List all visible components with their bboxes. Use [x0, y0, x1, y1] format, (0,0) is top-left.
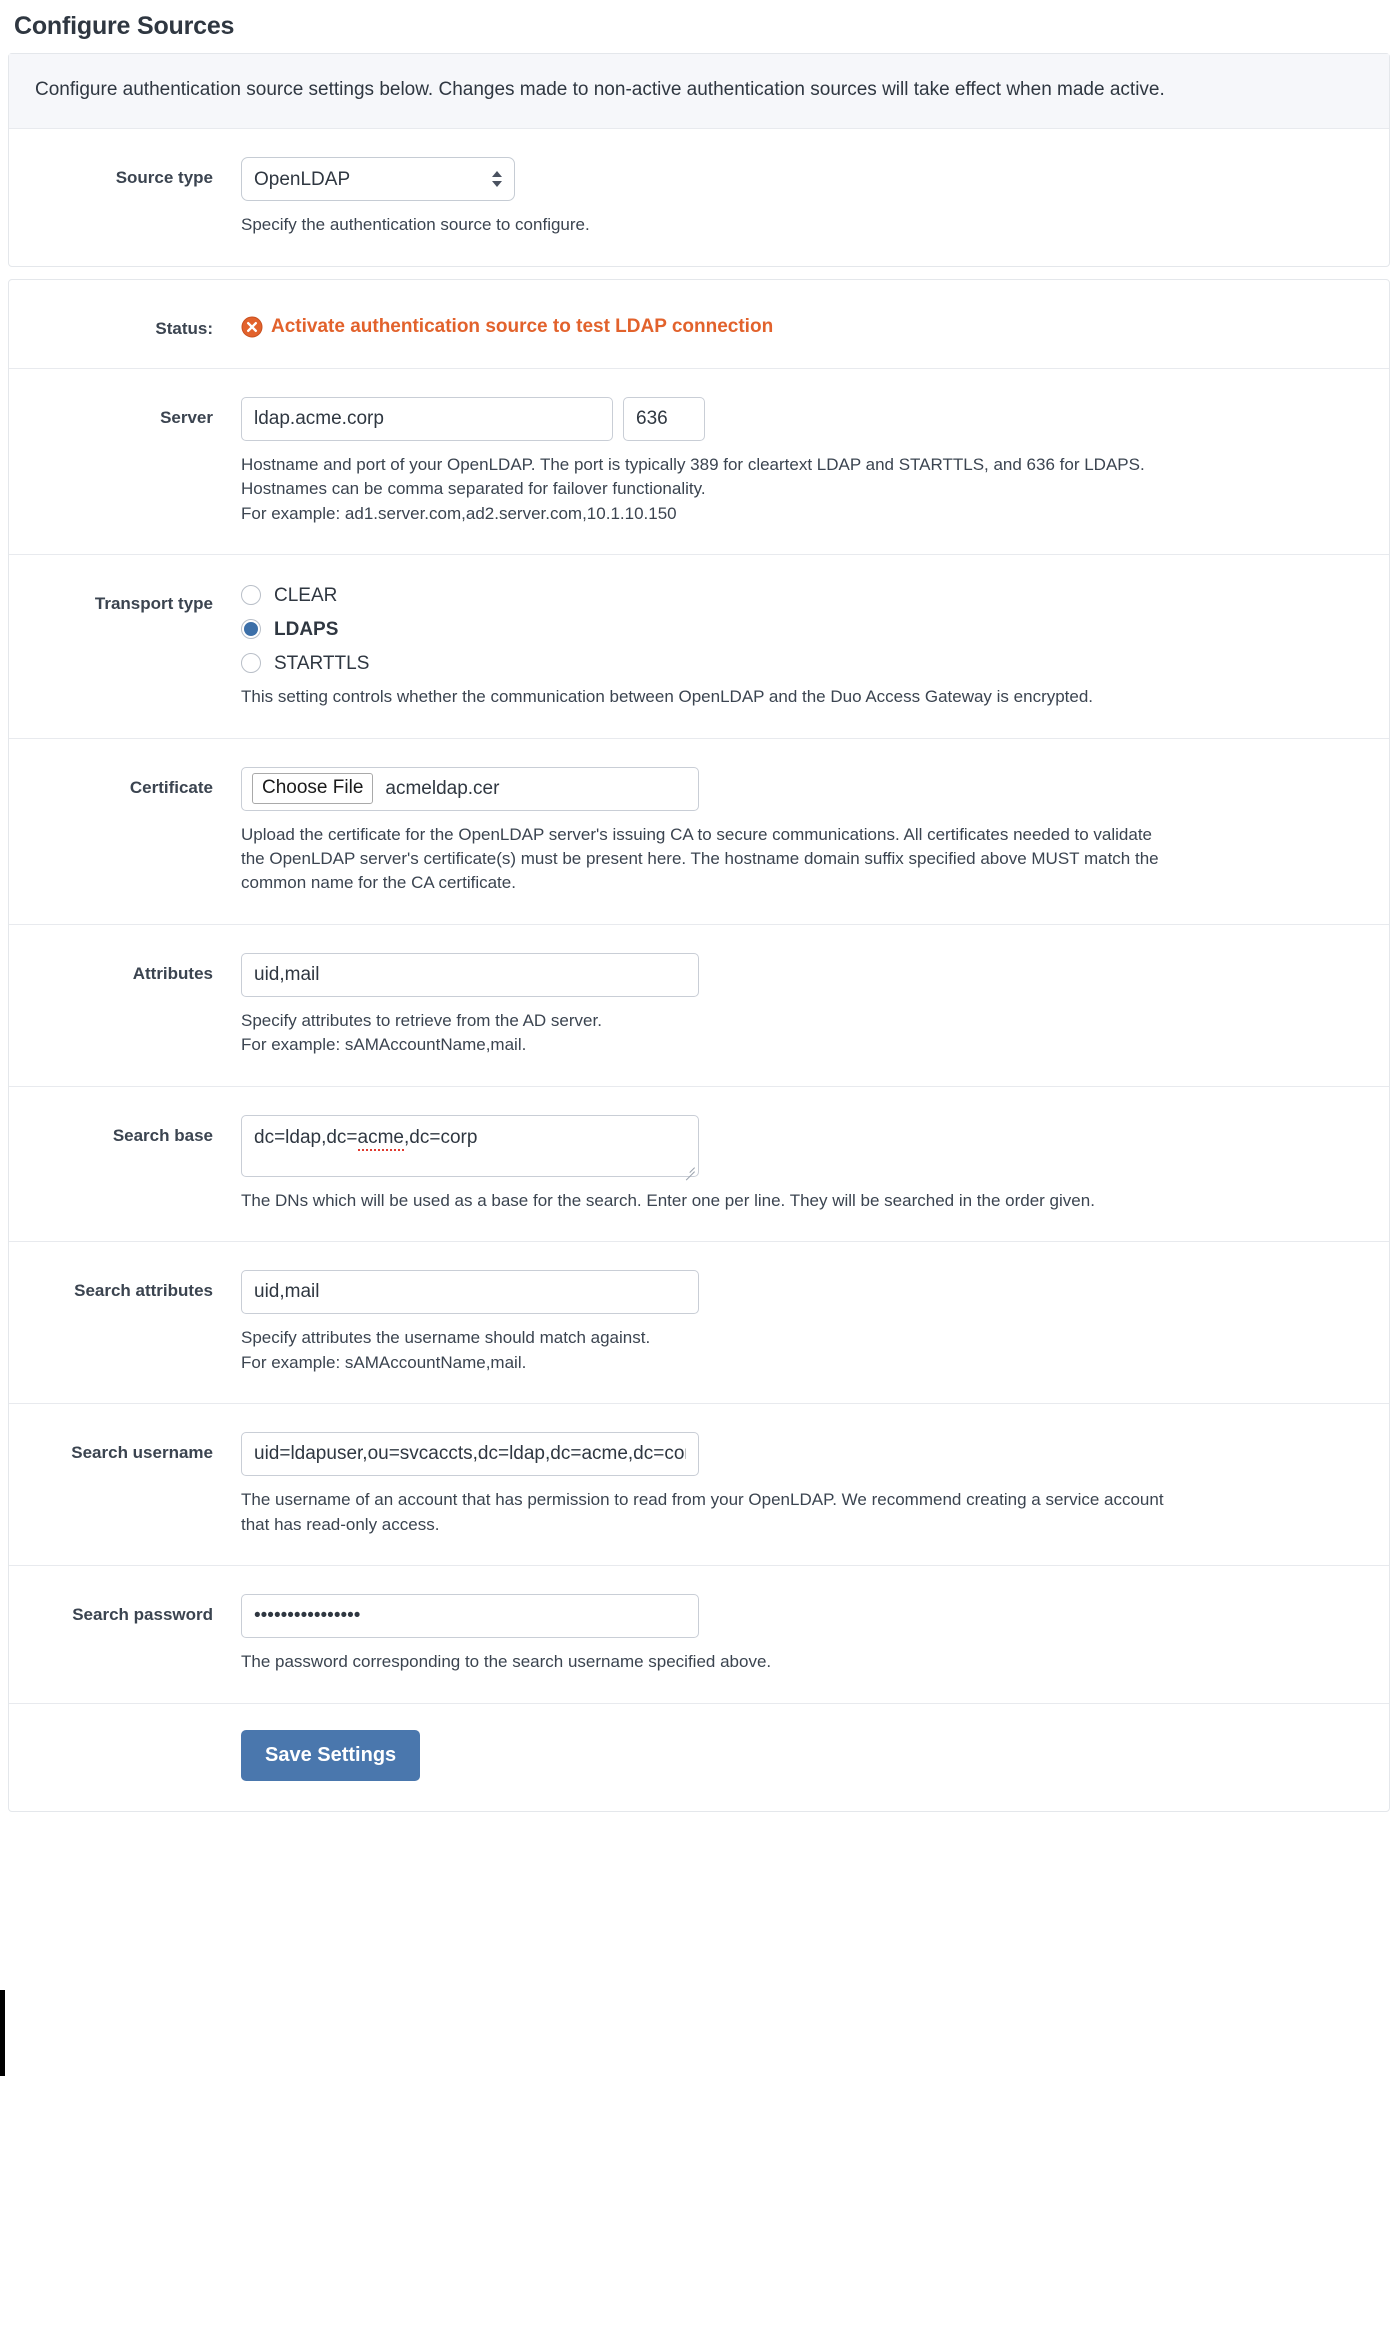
transport-type-help: This setting controls whether the commun… [241, 687, 1094, 707]
scrollbar-fragment [0, 1990, 5, 2076]
certificate-label: Certificate [129, 777, 213, 797]
certificate-file-input[interactable]: Choose File acmeldap.cer [241, 766, 699, 811]
source-type-label: Source type [115, 168, 213, 188]
info-note: Configure authentication source settings… [9, 54, 1389, 130]
server-host-input[interactable] [241, 396, 613, 441]
configure-sources-page: Configure Sources Configure authenticati… [0, 0, 1398, 1812]
search-base-textarea[interactable]: dc=ldap,dc=acme,dc=corp [241, 1114, 699, 1177]
radio-clear-icon[interactable] [241, 585, 261, 606]
search-attributes-label: Search attributes [74, 1281, 213, 1301]
save-spacer [9, 1730, 241, 1781]
radio-option-ldaps[interactable]: LDAPS [241, 618, 1369, 640]
radio-starttls-icon[interactable] [241, 653, 261, 674]
choose-file-button[interactable]: Choose File [252, 773, 374, 804]
source-type-panel: Configure authentication source settings… [8, 53, 1390, 267]
radio-clear-label: CLEAR [274, 584, 338, 606]
search-base-value-misspelled: acme [357, 1126, 404, 1151]
row-search-base: Search base dc=ldap,dc=acme,dc=corp The … [9, 1087, 1389, 1243]
transport-type-radio-group: CLEAR LDAPS STARTTLS [241, 583, 1369, 674]
certificate-help: Upload the certificate for the OpenLDAP … [241, 824, 1159, 893]
row-search-password: Search password The password correspondi… [9, 1566, 1389, 1704]
save-settings-button[interactable]: Save Settings [241, 1729, 421, 1781]
radio-option-clear[interactable]: CLEAR [241, 584, 1369, 606]
radio-ldaps-icon[interactable] [241, 619, 261, 640]
search-base-value-prefix: dc=ldap,dc= [254, 1126, 358, 1148]
page-title: Configure Sources [14, 12, 235, 40]
row-status: Status: Activate authentication source t… [9, 280, 1389, 369]
attributes-label: Attributes [132, 963, 213, 983]
row-search-attributes: Search attributes Specify attributes the… [9, 1242, 1389, 1405]
source-type-select-wrap[interactable]: OpenLDAP [241, 157, 515, 202]
attributes-help-line-2: For example: sAMAccountName,mail. [241, 1035, 527, 1055]
search-attributes-help-line-1: Specify attributes the username should m… [241, 1328, 651, 1348]
search-password-label: Search password [72, 1605, 213, 1625]
search-attributes-input[interactable] [241, 1270, 699, 1315]
row-certificate: Certificate Choose File acmeldap.cer Upl… [9, 739, 1389, 925]
certificate-file-name: acmeldap.cer [385, 777, 500, 799]
server-help: Hostname and port of your OpenLDAP. The … [241, 453, 1171, 526]
server-help-line-1: Hostname and port of your OpenLDAP. The … [241, 454, 1145, 499]
search-username-help: The username of an account that has perm… [241, 1490, 1164, 1534]
radio-starttls-label: STARTTLS [274, 652, 370, 674]
radio-ldaps-label: LDAPS [274, 618, 339, 640]
search-username-label: Search username [71, 1443, 213, 1463]
status-message: Activate authentication source to test L… [271, 315, 774, 337]
status-line: Activate authentication source to test L… [241, 308, 1369, 339]
transport-type-label: Transport type [94, 594, 213, 614]
row-save: Save Settings [9, 1704, 1389, 1811]
search-password-input[interactable] [241, 1594, 699, 1639]
search-base-value-suffix: ,dc=corp [404, 1126, 478, 1148]
search-attributes-help-line-2: For example: sAMAccountName,mail. [241, 1352, 527, 1372]
attributes-input[interactable] [241, 952, 699, 997]
row-search-username: Search username The username of an accou… [9, 1404, 1389, 1567]
search-password-help: The password corresponding to the search… [241, 1652, 772, 1672]
row-attributes: Attributes Specify attributes to retriev… [9, 925, 1389, 1087]
radio-option-starttls[interactable]: STARTTLS [241, 652, 1369, 674]
server-help-line-2: For example: ad1.server.com,ad2.server.c… [241, 503, 677, 523]
search-base-label: Search base [112, 1125, 213, 1145]
source-type-help: Specify the authentication source to con… [241, 215, 590, 235]
row-server: Server Hostname and port of your OpenLDA… [9, 369, 1389, 556]
row-source-type: Source type OpenLDAP Specify the authent… [9, 129, 1389, 265]
ldap-settings-panel: Status: Activate authentication source t… [8, 278, 1390, 1812]
search-username-input[interactable] [241, 1432, 699, 1477]
search-base-help: The DNs which will be used as a base for… [241, 1190, 1095, 1210]
attributes-help: Specify attributes to retrieve from the … [241, 1009, 1171, 1058]
attributes-help-line-1: Specify attributes to retrieve from the … [241, 1010, 602, 1030]
server-port-input[interactable] [623, 396, 705, 441]
row-transport-type: Transport type CLEAR LDAPS STARTTLS This… [9, 555, 1389, 739]
search-attributes-help: Specify attributes the username should m… [241, 1326, 1171, 1375]
server-label: Server [160, 407, 213, 427]
error-circle-x-icon [241, 316, 263, 338]
search-base-textarea-wrap[interactable]: dc=ldap,dc=acme,dc=corp [241, 1114, 699, 1177]
source-type-select[interactable]: OpenLDAP [241, 157, 515, 202]
status-label: Status: [155, 318, 213, 338]
